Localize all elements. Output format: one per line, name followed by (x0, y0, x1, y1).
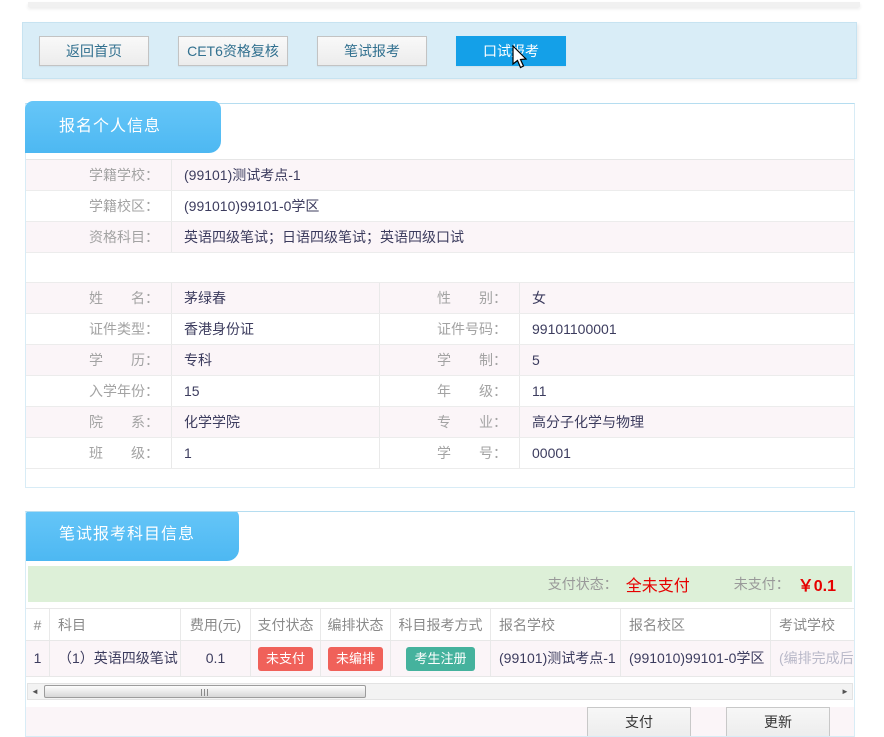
field-value: 化学学院 (171, 407, 379, 437)
unpaid-label: 未支付： (734, 574, 790, 594)
field-value: (991010)99101-0学区 (171, 191, 854, 221)
personal-info-panel: 报名个人信息 学籍学校： (99101)测试考点-1 学籍校区： (991010… (25, 103, 855, 488)
cell-index: 1 (26, 641, 50, 676)
personal-info-title: 报名个人信息 (25, 101, 221, 153)
field-label: 证件类型： (26, 314, 171, 344)
page-top-strip (28, 2, 860, 7)
horizontal-scrollbar[interactable]: ◄ ► (27, 683, 853, 700)
col-header-index: # (26, 609, 50, 640)
refresh-button[interactable]: 更新 (726, 707, 830, 737)
cell-arrange-status: 未编排 (321, 641, 391, 676)
cell-pay-status: 未支付 (251, 641, 321, 676)
mouse-cursor-icon (511, 45, 529, 71)
field-label: 学籍校区： (26, 191, 171, 221)
info-row-faculty-major: 院 系： 化学学院 专 业： 高分子化学与物理 (26, 407, 854, 438)
field-value: 5 (519, 345, 854, 375)
toolbar: 返回首页 CET6资格复核 笔试报考 口试报考 (22, 22, 857, 79)
col-header-subject: 科目 (50, 609, 181, 640)
field-label: 年 级： (379, 376, 519, 406)
cell-subject: （1）英语四级笔试 (50, 641, 181, 676)
info-row-class-studentid: 班 级： 1 学 号： 00001 (26, 438, 854, 469)
field-value: 11 (519, 376, 854, 406)
scroll-left-icon[interactable]: ◄ (28, 684, 42, 699)
field-value: (99101)测试考点-1 (171, 160, 854, 190)
subjects-panel-title: 笔试报考科目信息 (25, 511, 239, 561)
written-exam-register-button[interactable]: 笔试报考 (317, 36, 427, 66)
field-value: 00001 (519, 438, 854, 468)
cell-fee: 0.1 (181, 641, 251, 676)
scroll-right-icon[interactable]: ► (838, 684, 852, 699)
field-value: 15 (171, 376, 379, 406)
field-value: 香港身份证 (171, 314, 379, 344)
col-header-campus: 报名校区 (621, 609, 771, 640)
scrollbar-thumb[interactable] (44, 685, 366, 698)
col-header-pay-status: 支付状态 (251, 609, 321, 640)
table-row: 1 （1）英语四级笔试 0.1 未支付 未编排 考生注册 (99101)测试考点… (26, 641, 854, 677)
col-header-arrange-status: 编排状态 (321, 609, 391, 640)
field-label: 姓 名： (26, 283, 171, 313)
field-label: 学 制： (379, 345, 519, 375)
unpaid-amount: ￥0.1 (798, 572, 836, 596)
cet6-review-button[interactable]: CET6资格复核 (178, 36, 288, 66)
field-label: 证件号码： (379, 314, 519, 344)
subjects-table-header: # 科目 费用(元) 支付状态 编排状态 科目报考方式 报名学校 报名校区 考试… (26, 608, 854, 641)
info-row-qualified-subjects: 资格科目： 英语四级笔试；日语四级笔试；英语四级口试 (26, 222, 854, 253)
info-row-campus: 学籍校区： (991010)99101-0学区 (26, 191, 854, 222)
field-value: 高分子化学与物理 (519, 407, 854, 437)
self-register-badge: 考生注册 (406, 647, 474, 671)
unarranged-badge: 未编排 (328, 647, 383, 671)
col-header-fee: 费用(元) (181, 609, 251, 640)
field-value: 茅绿春 (171, 283, 379, 313)
col-header-register-mode: 科目报考方式 (391, 609, 491, 640)
field-value: 99101100001 (519, 314, 854, 344)
field-label: 专 业： (379, 407, 519, 437)
field-value: 专科 (171, 345, 379, 375)
cell-campus: (991010)99101-0学区 (621, 641, 771, 676)
col-header-exam-school: 考试学校 (771, 609, 854, 640)
cell-school: (99101)测试考点-1 (491, 641, 621, 676)
info-row-idtype-idnum: 证件类型： 香港身份证 证件号码： 99101100001 (26, 314, 854, 345)
pay-status-value: 全未支付 (626, 572, 690, 596)
cell-register-mode: 考生注册 (391, 641, 491, 676)
field-label: 入学年份： (26, 376, 171, 406)
field-value: 英语四级笔试；日语四级笔试；英语四级口试 (171, 222, 854, 252)
field-label: 院 系： (26, 407, 171, 437)
subjects-panel: 笔试报考科目信息 支付状态： 全未支付 未支付： ￥0.1 # 科目 费用(元)… (25, 511, 855, 737)
field-value: 1 (171, 438, 379, 468)
info-row-name-gender: 姓 名： 茅绿春 性 别： 女 (26, 283, 854, 314)
unpaid-badge: 未支付 (258, 647, 313, 671)
field-label: 学籍学校： (26, 160, 171, 190)
info-row-degree-duration: 学 历： 专科 学 制： 5 (26, 345, 854, 376)
field-value: 女 (519, 283, 854, 313)
payment-status-bar: 支付状态： 全未支付 未支付： ￥0.1 (28, 566, 852, 602)
personal-info-table: 学籍学校： (99101)测试考点-1 学籍校区： (991010)99101-… (26, 159, 854, 469)
subjects-table: # 科目 费用(元) 支付状态 编排状态 科目报考方式 报名学校 报名校区 考试… (26, 608, 854, 677)
field-label: 班 级： (26, 438, 171, 468)
cell-exam-school: (编排完成后 (771, 641, 854, 676)
field-label: 学 号： (379, 438, 519, 468)
footer-actions: 支付 更新 (26, 707, 854, 737)
info-row-school: 学籍学校： (99101)测试考点-1 (26, 160, 854, 191)
pay-button[interactable]: 支付 (587, 707, 691, 737)
scrollbar-grip-icon (201, 689, 209, 696)
col-header-school: 报名学校 (491, 609, 621, 640)
field-label: 学 历： (26, 345, 171, 375)
info-row-spacer (26, 253, 854, 283)
info-row-enrollyear-grade: 入学年份： 15 年 级： 11 (26, 376, 854, 407)
field-label: 资格科目： (26, 222, 171, 252)
pay-status-label: 支付状态： (548, 574, 618, 594)
back-home-button[interactable]: 返回首页 (39, 36, 149, 66)
field-label: 性 别： (379, 283, 519, 313)
